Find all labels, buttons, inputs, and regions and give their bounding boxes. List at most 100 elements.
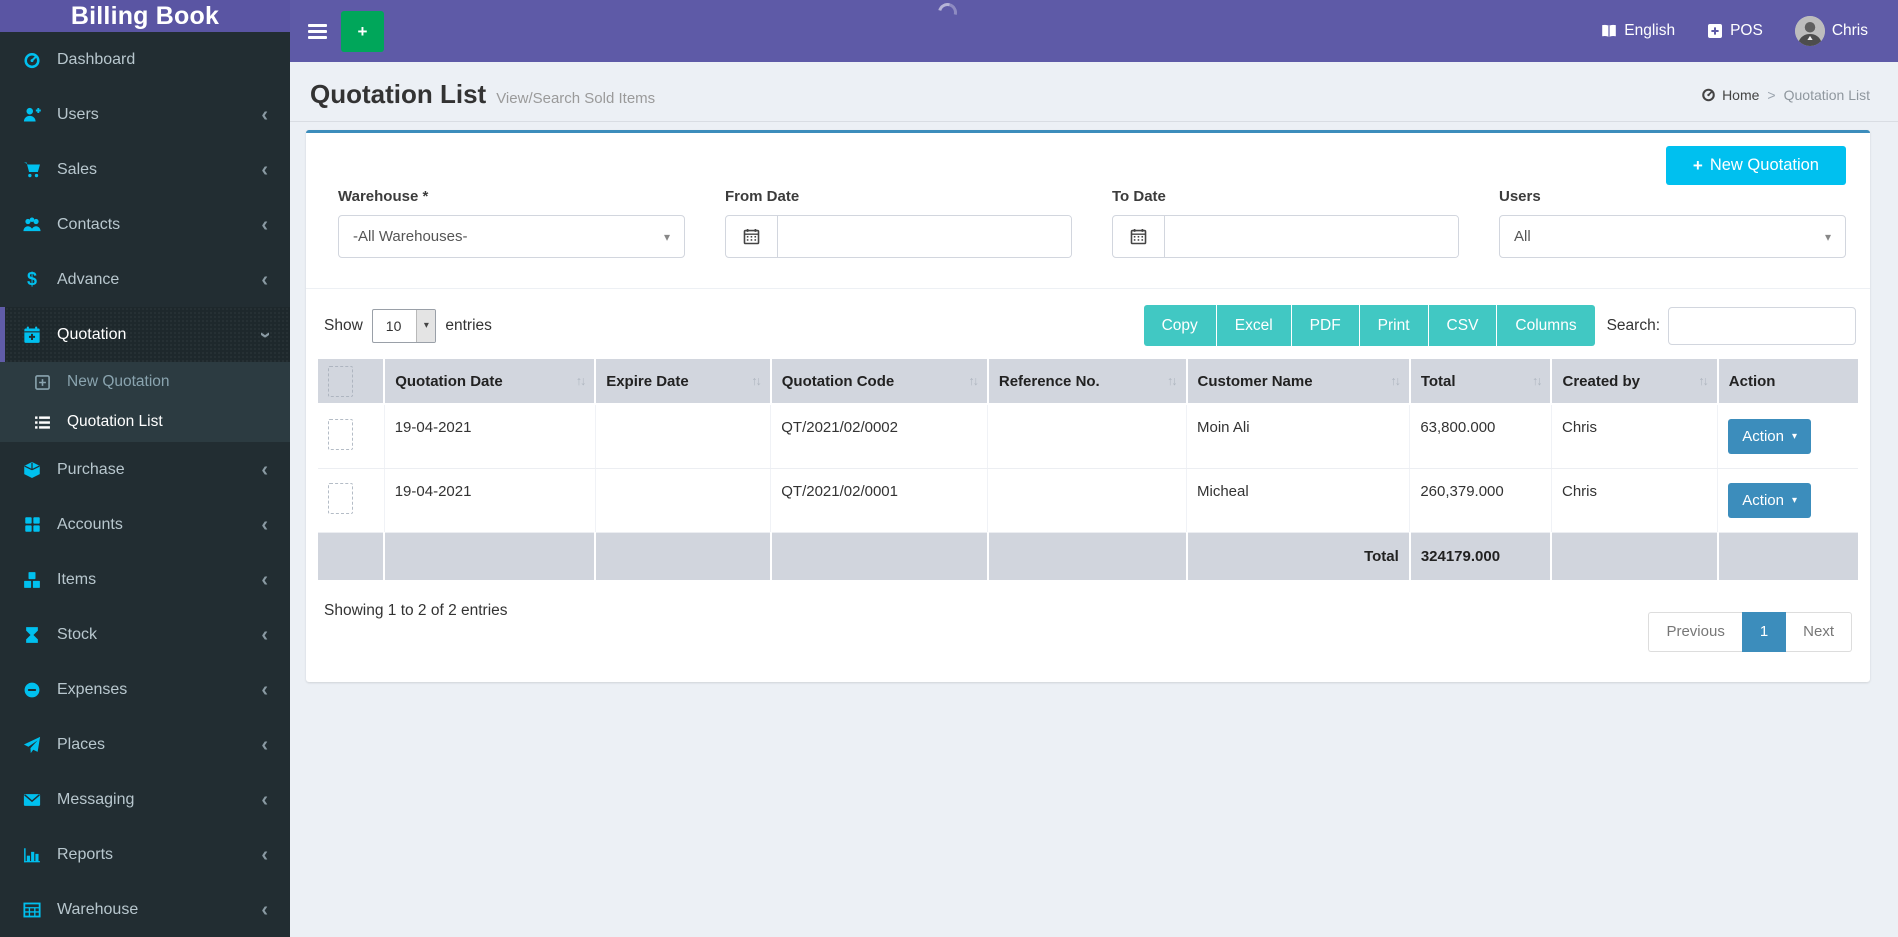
cell-customer-name: Micheal xyxy=(1186,468,1411,533)
send-icon xyxy=(20,736,44,754)
from-date-label: From Date xyxy=(725,188,800,205)
columns-button[interactable]: Columns xyxy=(1497,305,1595,346)
showing-entries-text: Showing 1 to 2 of 2 entries xyxy=(324,601,508,619)
from-date-input[interactable] xyxy=(778,216,1071,257)
pagination-next[interactable]: Next xyxy=(1786,611,1852,652)
page-title: Quotation List View/Search Sold Items xyxy=(310,79,656,109)
sidebar-item-quotation-list[interactable]: Quotation List xyxy=(0,402,290,442)
user-menu[interactable]: Chris xyxy=(1794,16,1868,46)
select-all-checkbox[interactable] xyxy=(328,365,353,397)
col-action: Action xyxy=(1717,359,1858,405)
to-date-input[interactable] xyxy=(1165,216,1458,257)
plus-square-icon xyxy=(30,374,54,391)
row-action-button[interactable]: Action ▾ xyxy=(1728,483,1812,518)
sort-icon: ↑↓ xyxy=(968,374,978,388)
users-icon xyxy=(20,216,44,234)
calendar-plus-icon xyxy=(20,326,44,344)
users-select[interactable]: All ▾ xyxy=(1499,215,1846,258)
col-expire-date[interactable]: Expire Date ↑↓ xyxy=(595,359,772,405)
col-created-by[interactable]: Created by ↑↓ xyxy=(1551,359,1719,405)
caret-down-icon: ▾ xyxy=(416,309,436,342)
table-toolbar: Show 10 ▾ entries Copy Excel PDF Print C… xyxy=(318,303,1858,359)
sidebar-item-purchase[interactable]: Purchase ‹ xyxy=(0,442,290,497)
table-icon xyxy=(20,901,44,919)
sidebar-item-dashboard[interactable]: Dashboard xyxy=(0,32,290,87)
app-title: Billing Book xyxy=(70,1,220,30)
sidebar-item-messaging[interactable]: Messaging ‹ xyxy=(0,772,290,827)
row-action-button[interactable]: Action ▾ xyxy=(1728,419,1812,454)
search-input[interactable] xyxy=(1668,306,1856,345)
cell-customer-name: Moin Ali xyxy=(1186,404,1411,469)
cell-created-by: Chris xyxy=(1551,468,1719,533)
cell-expire-date xyxy=(595,468,772,533)
copy-button[interactable]: Copy xyxy=(1143,305,1217,346)
gauge-icon xyxy=(20,51,44,69)
sidebar-item-users[interactable]: Users ‹ xyxy=(0,87,290,142)
sidebar-item-sales[interactable]: Sales ‹ xyxy=(0,142,290,197)
pos-button[interactable]: POS xyxy=(1707,22,1763,40)
col-reference-no[interactable]: Reference No. ↑↓ xyxy=(987,359,1188,405)
topbar: + English POS Chris xyxy=(290,0,1898,62)
sidebar-item-new-quotation[interactable]: New Quotation xyxy=(0,362,290,402)
col-quotation-date[interactable]: Quotation Date ↑↓ xyxy=(384,359,597,405)
sort-icon: ↑↓ xyxy=(1531,374,1542,388)
cell-reference-no xyxy=(987,468,1188,533)
sidebar-toggle-button[interactable] xyxy=(296,0,338,62)
cubes-icon xyxy=(20,571,44,589)
cell-quotation-date: 19-04-2021 xyxy=(384,404,596,469)
avatar xyxy=(1794,16,1825,46)
bar-chart-icon xyxy=(20,846,44,864)
sidebar-item-expenses[interactable]: Expenses ‹ xyxy=(0,662,290,717)
app-logo[interactable]: Billing Book xyxy=(0,0,290,32)
pagination-page-1[interactable]: 1 xyxy=(1741,611,1787,652)
entries-label: entries xyxy=(445,316,492,334)
cell-quotation-date: 19-04-2021 xyxy=(384,468,596,533)
quick-add-button[interactable]: + xyxy=(341,10,384,52)
users-label: Users xyxy=(1499,188,1541,205)
sidebar-nav: Dashboard Users ‹ Sales ‹ Contacts ‹ $ A… xyxy=(0,32,290,937)
sidebar-item-stock[interactable]: Stock ‹ xyxy=(0,607,290,662)
cell-total: 260,379.000 xyxy=(1409,468,1552,533)
col-customer-name[interactable]: Customer Name ↑↓ xyxy=(1186,359,1411,405)
sidebar-item-items[interactable]: Items ‹ xyxy=(0,552,290,607)
breadcrumb-home-link[interactable]: Home xyxy=(1701,87,1759,103)
language-icon xyxy=(1601,23,1617,39)
language-menu[interactable]: English xyxy=(1601,22,1675,40)
content-header: Quotation List View/Search Sold Items Ho… xyxy=(290,62,1898,122)
sidebar-item-reports[interactable]: Reports ‹ xyxy=(0,827,290,882)
search-label: Search: xyxy=(1606,316,1660,334)
page-length-select[interactable]: 10 ▾ xyxy=(371,308,437,343)
excel-button[interactable]: Excel xyxy=(1216,305,1292,346)
sidebar-item-places[interactable]: Places ‹ xyxy=(0,717,290,772)
new-quotation-button[interactable]: + New Quotation xyxy=(1665,146,1846,185)
search-control: Search: xyxy=(1606,306,1856,345)
sort-icon: ↑↓ xyxy=(1698,374,1708,388)
sidebar-item-warehouse[interactable]: Warehouse ‹ xyxy=(0,882,290,937)
plus-icon: + xyxy=(1692,156,1703,175)
sidebar-item-accounts[interactable]: Accounts ‹ xyxy=(0,497,290,552)
grid-icon xyxy=(20,516,44,533)
table-section: Show 10 ▾ entries Copy Excel PDF Print C… xyxy=(306,289,1870,682)
print-button[interactable]: Print xyxy=(1359,305,1429,346)
app-window: Billing Book Dashboard Users ‹ Sales ‹ C… xyxy=(0,0,1898,937)
select-all-header[interactable] xyxy=(318,359,386,405)
pdf-button[interactable]: PDF xyxy=(1291,305,1360,346)
hourglass-icon xyxy=(20,626,44,644)
csv-button[interactable]: CSV xyxy=(1428,305,1498,346)
quotation-list-card: + New Quotation Warehouse * -All Warehou… xyxy=(306,130,1870,682)
table-row: 19-04-2021 QT/2021/02/0001 Micheal 260,3… xyxy=(318,468,1858,533)
row-checkbox[interactable] xyxy=(328,419,353,450)
from-date-field: From Date xyxy=(725,188,1072,258)
sidebar-item-advance[interactable]: $ Advance ‹ xyxy=(0,252,290,307)
sidebar-item-contacts[interactable]: Contacts ‹ xyxy=(0,197,290,252)
warehouse-select[interactable]: -All Warehouses- ▾ xyxy=(338,215,685,258)
row-checkbox[interactable] xyxy=(328,483,353,514)
cart-icon xyxy=(20,161,44,179)
sidebar-item-quotation[interactable]: Quotation ‹ xyxy=(0,307,290,362)
col-quotation-code[interactable]: Quotation Code ↑↓ xyxy=(770,359,989,405)
table-row: 19-04-2021 QT/2021/02/0002 Moin Ali 63,8… xyxy=(318,404,1858,469)
pagination-previous[interactable]: Previous xyxy=(1648,611,1742,652)
caret-down-icon: ▾ xyxy=(1792,431,1798,442)
main-area: + English POS Chris Quotation List View/… xyxy=(290,0,1898,937)
col-total[interactable]: Total ↑↓ xyxy=(1409,359,1553,405)
